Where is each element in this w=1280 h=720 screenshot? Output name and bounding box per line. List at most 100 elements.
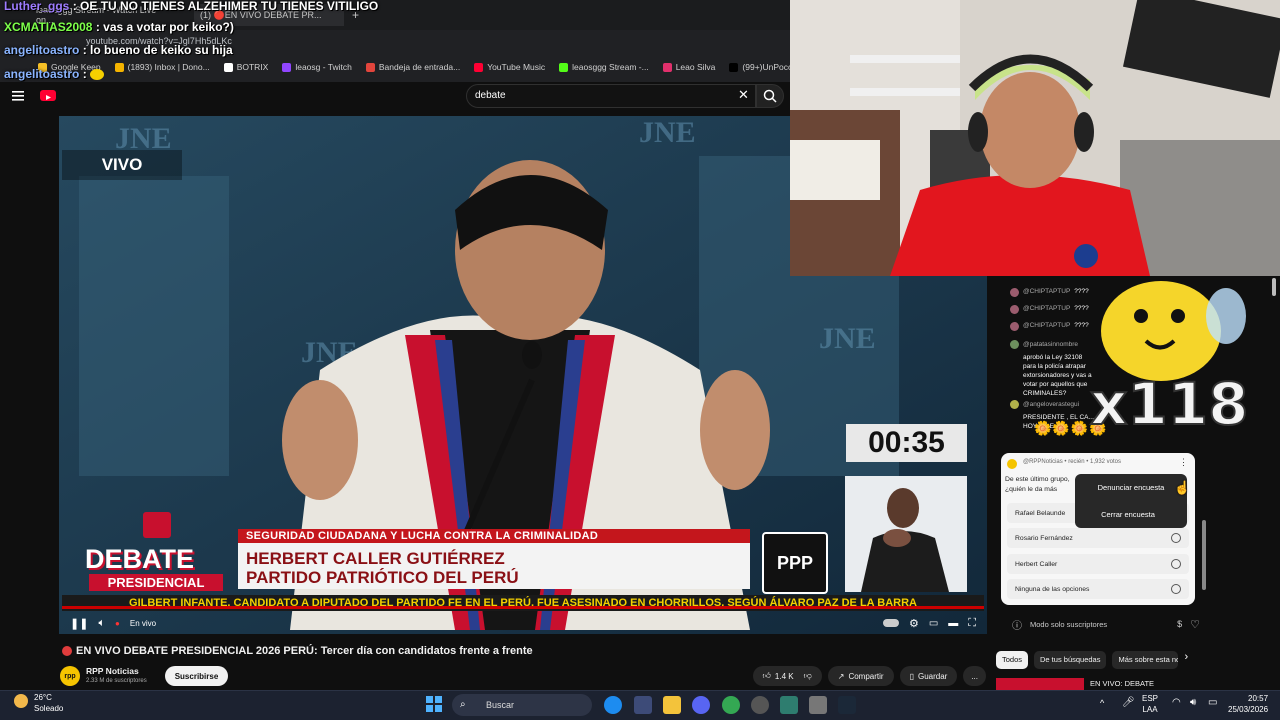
overlay-chat-line: Luther_ggs : OE TU NO TIENES ALZEHIMER T…: [4, 0, 378, 13]
bookmark-icon: ▯: [909, 671, 914, 681]
taskbar-search[interactable]: Buscar: [452, 694, 592, 716]
autoplay-toggle-icon[interactable]: [882, 619, 899, 627]
super-chat-icon[interactable]: $: [1177, 619, 1182, 629]
search-icon: [763, 89, 777, 103]
chat-user: @CHIPTAPTUP: [1023, 288, 1071, 295]
app-icon[interactable]: [634, 696, 652, 714]
avatar: [1010, 305, 1019, 314]
app-icon[interactable]: [780, 696, 798, 714]
discord-icon[interactable]: [692, 696, 710, 714]
channel-name[interactable]: RPP Noticias: [86, 666, 147, 676]
bookmark-item[interactable]: Bandeja de entrada...: [365, 62, 460, 72]
date: 25/03/2026: [1228, 705, 1269, 714]
avatar: [1010, 400, 1019, 409]
subscribe-button[interactable]: Suscribirse: [164, 666, 229, 686]
wifi-icon[interactable]: ◠: [1172, 697, 1181, 708]
weather-widget[interactable]: 26°C Soleado: [34, 692, 63, 714]
candidate-name: HERBERT CALLER GUTIÉRREZ: [246, 549, 505, 568]
mic-icon[interactable]: 🎤︎: [1122, 697, 1135, 708]
save-button[interactable]: ▯ Guardar: [899, 666, 958, 686]
radio-icon: [1171, 559, 1181, 569]
clear-search-icon[interactable]: ✕: [738, 88, 749, 101]
save-label: Guardar: [917, 671, 948, 681]
bookmark-favicon-icon: [559, 62, 569, 72]
time: 20:57: [1248, 694, 1269, 703]
volume-icon[interactable]: 🔈︎: [98, 617, 105, 630]
miniplayer-icon[interactable]: ▭: [929, 618, 938, 629]
progress-bar[interactable]: [62, 606, 984, 609]
language-indicator[interactable]: ESP LAA: [1142, 693, 1158, 715]
poll-option-label: Rafael Belaunde: [1015, 509, 1066, 517]
lang-primary: ESP: [1142, 694, 1159, 703]
more-actions-button[interactable]: ...: [963, 666, 986, 686]
fullscreen-icon[interactable]: ⛶: [968, 617, 976, 630]
poll-more-icon[interactable]: ⋮: [1179, 457, 1188, 468]
steam-icon[interactable]: [838, 696, 856, 714]
chip-more-news[interactable]: Más sobre esta not: [1112, 651, 1179, 669]
bookmark-favicon-icon: [114, 62, 124, 72]
like-button[interactable]: 👍︎ 1.4 K 👎︎: [752, 666, 822, 686]
channel-row: rpp RPP Noticias 2.33 M de suscriptores …: [60, 664, 990, 688]
chip-all[interactable]: Todos: [996, 651, 1029, 669]
settings-icon[interactable]: [809, 696, 827, 714]
file-explorer-icon[interactable]: [663, 696, 681, 714]
temperature: 26°C: [34, 693, 52, 702]
page-scrollbar[interactable]: [1272, 278, 1276, 296]
poll-option[interactable]: Ninguna de las opciones: [1007, 579, 1189, 599]
dislike-icon[interactable]: 👎︎: [804, 671, 812, 681]
share-button[interactable]: ↗ Compartir: [827, 666, 894, 686]
theater-icon[interactable]: ▬: [948, 618, 958, 629]
overlay-chat-line: angelitoastro :: [4, 67, 105, 81]
bookmark-item[interactable]: leaosggg Stream -...: [559, 62, 649, 72]
poll-option[interactable]: Rosario Fernández: [1007, 528, 1189, 548]
debate-presidencial-logo: DEBATE PRESIDENCIAL: [85, 512, 225, 594]
chat-message: @patatasinnombre aprobó la Ley 32108 para…: [1010, 340, 1094, 398]
clock[interactable]: 20:57 25/03/2026: [1228, 693, 1268, 715]
bookmark-item[interactable]: BOTRIX: [223, 62, 268, 72]
pause-icon[interactable]: ❚❚: [70, 617, 88, 630]
bookmark-item[interactable]: Leao Silva: [662, 62, 715, 72]
bookmark-item[interactable]: (1893) Inbox | Dono...: [114, 62, 210, 72]
chevron-up-icon[interactable]: ^: [1100, 698, 1104, 708]
live-tag: VIVO: [62, 150, 182, 180]
poll-option[interactable]: Herbert Caller: [1007, 554, 1189, 574]
chevron-right-icon[interactable]: ›: [1184, 651, 1188, 669]
bookmark-favicon-icon: [729, 62, 739, 72]
overlay-chat-user: XCMATIAS2008: [4, 20, 93, 34]
battery-icon[interactable]: ▭: [1208, 697, 1217, 708]
youtube-logo-icon[interactable]: [40, 90, 56, 101]
bookmark-item[interactable]: leaosg - Twitch: [282, 62, 352, 72]
bookmark-label: YouTube Music: [487, 62, 546, 72]
settings-icon[interactable]: ⚙: [909, 617, 919, 630]
chip-from-searches[interactable]: De tus búsquedas: [1034, 651, 1107, 669]
avatar: [1010, 288, 1019, 297]
search-input[interactable]: debate: [466, 84, 756, 108]
bookmark-item[interactable]: YouTube Music: [474, 62, 545, 72]
party-logo: PPP: [762, 532, 828, 594]
chat-user: @patatasinnombre: [1023, 341, 1079, 348]
edge-icon[interactable]: [604, 696, 622, 714]
poll-header: @RPPNoticias • recién • 1,932 votos: [1023, 459, 1122, 465]
obs-icon[interactable]: [751, 696, 769, 714]
close-poll-item[interactable]: Cerrar encuesta: [1075, 507, 1181, 523]
start-icon[interactable]: [426, 696, 442, 712]
search-button[interactable]: [756, 84, 784, 108]
recommended-thumbnail[interactable]: [996, 678, 1084, 690]
volume-icon[interactable]: 🔊︎: [1190, 697, 1196, 708]
video-title-row: EN VIVO DEBATE PRESIDENCIAL 2026 PERÚ: T…: [62, 645, 533, 657]
channel-avatar[interactable]: rpp: [60, 666, 80, 686]
info-icon[interactable]: ⓘ: [1012, 617, 1022, 632]
recommended-title[interactable]: EN VIVO: DEBATE: [1090, 679, 1154, 688]
menu-icon[interactable]: [12, 89, 26, 101]
overlay-chat-user: angelitoastro: [4, 67, 80, 81]
jne-watermark: JNE: [639, 116, 696, 149]
sign-language-interpreter: [845, 476, 967, 592]
chat-scrollbar[interactable]: [1202, 520, 1206, 590]
poll-question: De este último grupo, ¿quién le da más c…: [1005, 476, 1070, 493]
chrome-icon[interactable]: [722, 696, 740, 714]
candidate-name-box: HERBERT CALLER GUTIÉRREZ PARTIDO PATRIÓT…: [238, 543, 750, 589]
bookmark-favicon-icon: [474, 62, 484, 72]
player-controls: ❚❚ 🔈︎ ● En vivo ⚙ ▭ ▬ ⛶: [62, 612, 984, 634]
heart-icon[interactable]: ♡: [1190, 618, 1200, 631]
report-poll-item[interactable]: Denunciar encuesta: [1075, 480, 1187, 496]
